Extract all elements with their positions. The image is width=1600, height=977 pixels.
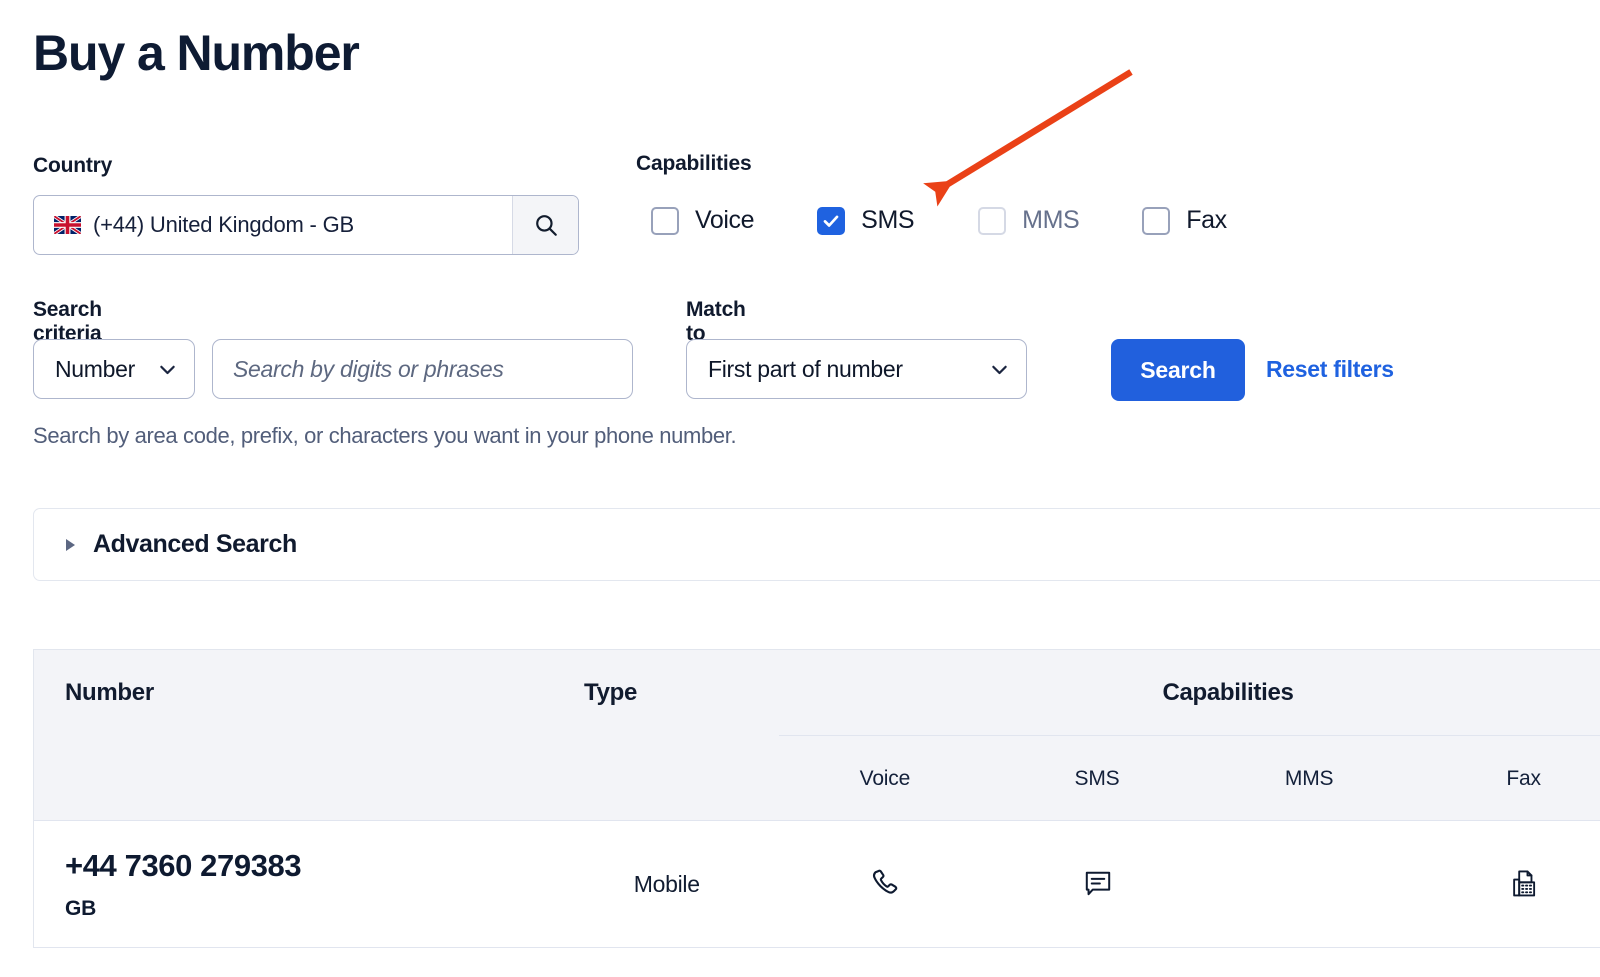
chevron-down-icon	[992, 365, 1007, 374]
capability-checkbox-sms[interactable]: SMS	[817, 206, 915, 235]
column-subheader-fax: Fax	[1415, 735, 1600, 820]
column-subheader-voice: Voice	[778, 735, 991, 820]
cell-capability-sms	[992, 868, 1204, 900]
capability-label-mms: MMS	[1022, 206, 1080, 234]
checkbox-mms-box	[978, 206, 1007, 235]
country-label: Country	[33, 154, 113, 177]
checkbox-sms-box[interactable]	[817, 206, 846, 235]
match-to-select[interactable]: First part of number	[686, 339, 1027, 399]
capability-label-fax: Fax	[1186, 206, 1227, 234]
advanced-search-panel[interactable]: Advanced Search	[33, 508, 1600, 581]
results-table: Number Type Capabilities Voice SMS MMS F…	[33, 649, 1600, 948]
cell-capability-voice	[780, 867, 992, 901]
capabilities-checkbox-row: Voice SMS MMS Fax	[651, 206, 1227, 235]
country-input[interactable]: (+44) United Kingdom - GB	[34, 196, 512, 254]
search-criteria-selected-value: Number	[55, 355, 136, 382]
capability-checkbox-fax[interactable]: Fax	[1142, 206, 1227, 235]
search-button[interactable]: Search	[1111, 339, 1245, 401]
fax-machine-icon	[1512, 870, 1535, 897]
cell-type: Mobile	[633, 870, 700, 897]
capability-checkbox-mms: MMS	[978, 206, 1080, 235]
table-header-sub-row: Voice SMS MMS Fax	[34, 735, 1600, 820]
phone-icon	[872, 869, 897, 894]
cell-capability-fax	[1415, 868, 1600, 900]
reset-filters-link[interactable]: Reset filters	[1266, 356, 1394, 383]
column-subheader-mms: MMS	[1203, 735, 1416, 820]
chat-bubble-icon	[1085, 871, 1110, 896]
capability-checkbox-voice[interactable]: Voice	[651, 206, 755, 235]
cell-number: +44 7360 279383 GB	[34, 847, 554, 921]
table-header: Number Type Capabilities Voice SMS MMS F…	[34, 650, 1600, 820]
search-criteria-row: Number	[33, 339, 634, 399]
capability-label-voice: Voice	[695, 206, 755, 234]
column-subheader-sms: SMS	[990, 735, 1204, 820]
capabilities-label: Capabilities	[636, 152, 752, 175]
search-query-input[interactable]	[212, 339, 634, 399]
table-header-top-row: Number Type Capabilities	[34, 650, 1600, 735]
capability-label-sms: SMS	[861, 206, 915, 234]
search-criteria-select[interactable]: Number	[33, 339, 196, 399]
advanced-search-label: Advanced Search	[93, 530, 297, 558]
chevron-down-icon	[160, 365, 175, 374]
flag-gb-icon	[54, 216, 81, 234]
column-header-capabilities: Capabilities	[1162, 678, 1294, 706]
caret-right-icon	[66, 538, 75, 551]
match-to-selected-value: First part of number	[708, 355, 903, 382]
page-title: Buy a Number	[33, 25, 360, 81]
country-input-wrap[interactable]: (+44) United Kingdom - GB	[33, 195, 579, 255]
search-helper-text: Search by area code, prefix, or characte…	[33, 423, 737, 448]
column-header-number: Number	[65, 678, 154, 706]
column-header-type: Type	[584, 678, 638, 706]
country-search-button[interactable]	[512, 196, 578, 254]
table-row[interactable]: +44 7360 279383 GB Mobile	[34, 820, 1600, 948]
phone-number-country: GB	[65, 896, 97, 920]
country-value-text: (+44) United Kingdom - GB	[93, 212, 354, 237]
checkbox-voice-box[interactable]	[651, 206, 679, 235]
checkbox-fax-box[interactable]	[1142, 206, 1171, 235]
check-icon	[823, 215, 839, 227]
phone-number-value: +44 7360 279383	[65, 848, 302, 884]
search-icon	[535, 215, 557, 236]
